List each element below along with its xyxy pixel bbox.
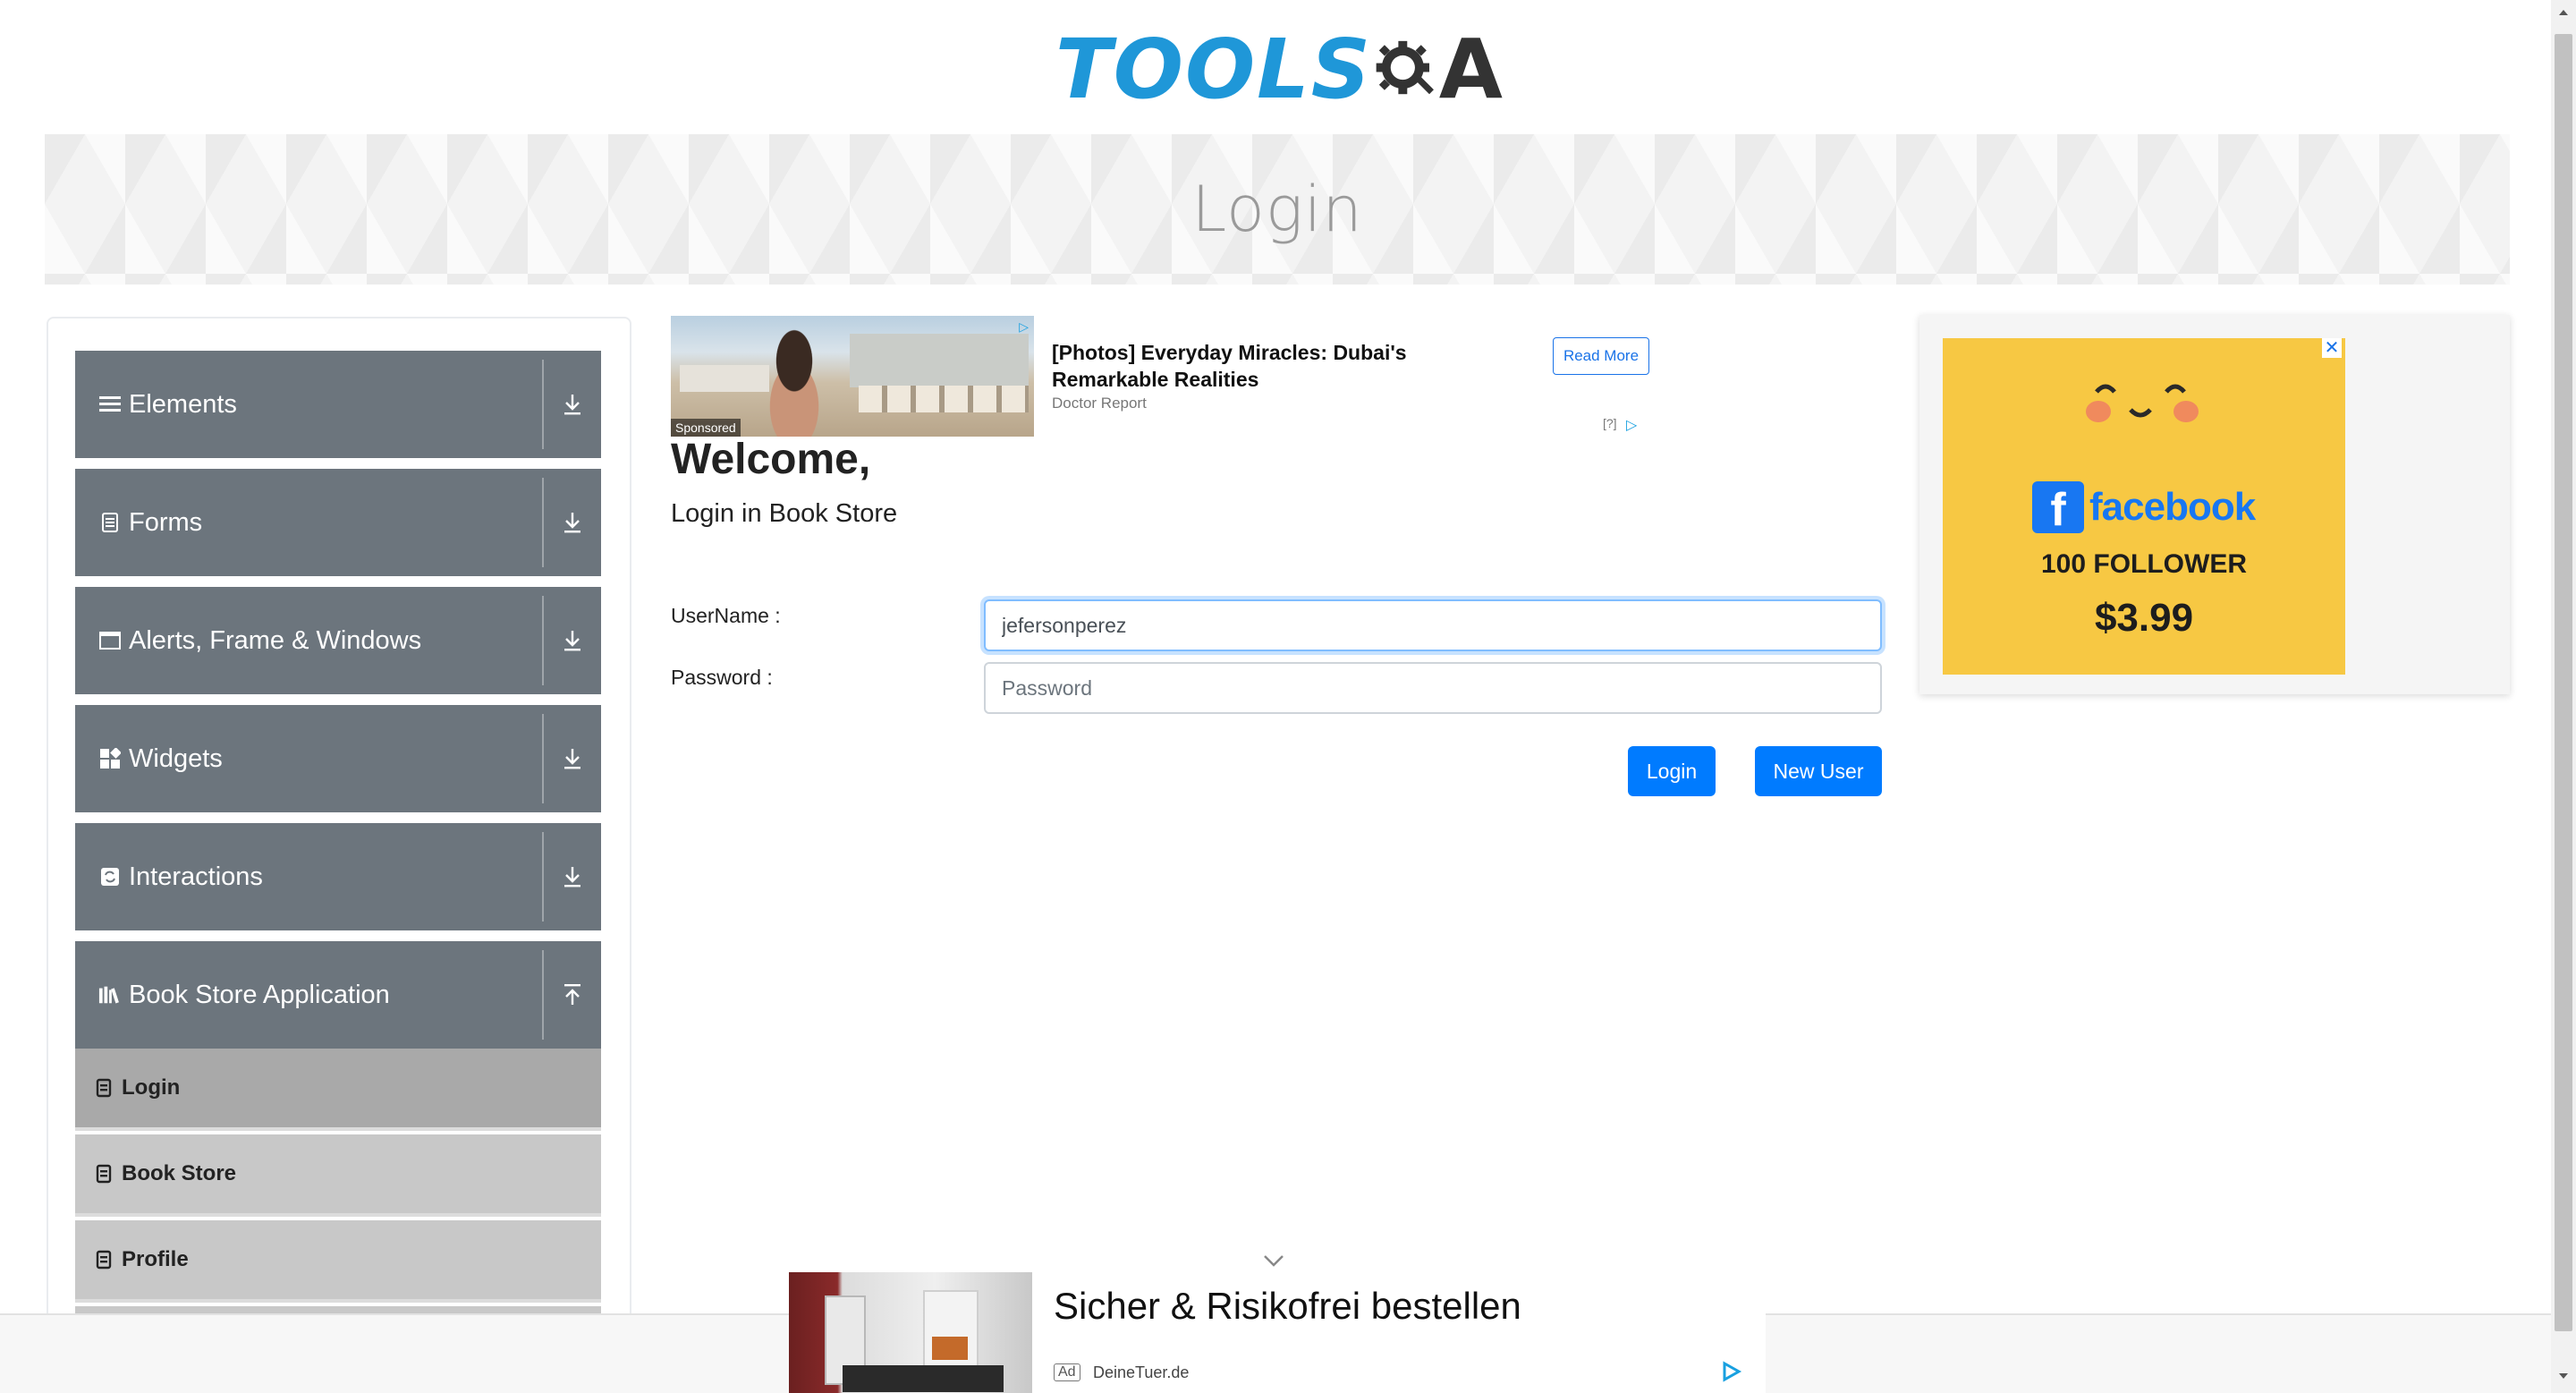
sidebar-group-elements[interactable]: Elements <box>75 351 601 458</box>
username-input[interactable] <box>984 599 1882 651</box>
sponsored-ad[interactable]: Sponsored ▷ [Photos] Everyday Miracles: … <box>671 316 1651 441</box>
divider <box>542 832 544 922</box>
bottom-ad[interactable]: Sicher & Risikofrei bestellen Ad DeineTu… <box>789 1270 1766 1393</box>
ad-card[interactable]: f facebook 100 FOLLOWER $3.99 <box>1943 338 2345 675</box>
sidebar-group-interactions[interactable]: Interactions <box>75 823 601 930</box>
sidebar-group-forms[interactable]: Forms <box>75 469 601 576</box>
ad-image-sofa <box>843 1365 1004 1392</box>
toolsqa-logo[interactable]: TOOLS A <box>1055 16 1503 123</box>
sidebar-group-label: Elements <box>129 389 237 419</box>
facebook-logo: f facebook <box>2032 481 2256 533</box>
ad-headline[interactable]: [Photos] Everyday Miracles: Dubai's Rema… <box>1052 339 1463 393</box>
item-icon <box>96 1078 112 1098</box>
expand-down-icon[interactable] <box>558 506 587 539</box>
sponsored-label: Sponsored <box>671 419 741 437</box>
new-user-button[interactable]: New User <box>1755 746 1882 796</box>
ad-badge: Ad <box>1054 1363 1080 1381</box>
sidebar-group-label: Widgets <box>129 743 223 773</box>
divider <box>542 596 544 685</box>
logo-a: A <box>1438 21 1503 117</box>
collapse-up-icon[interactable] <box>558 979 587 1011</box>
facebook-followers-ad[interactable]: f facebook 100 FOLLOWER $3.99 <box>1919 315 2510 694</box>
scroll-up-arrow-icon[interactable] <box>2556 5 2571 20</box>
read-more-button[interactable]: Read More <box>1553 337 1649 375</box>
sidebar-group-label: Book Store Application <box>129 980 390 1009</box>
ad-image-person <box>750 328 839 437</box>
ad-image-fireplace <box>932 1337 968 1360</box>
welcome-heading: Welcome, <box>671 436 871 483</box>
price-text: $3.99 <box>2094 596 2194 640</box>
expand-down-icon[interactable] <box>558 861 587 893</box>
password-input[interactable] <box>984 662 1882 714</box>
expand-down-icon[interactable] <box>558 743 587 775</box>
sidebar-group-bookstore[interactable]: Book Store Application <box>75 941 601 1049</box>
sidebar-item-label: Login <box>122 1075 181 1100</box>
username-label: UserName : <box>671 604 781 627</box>
interactions-icon <box>98 865 122 888</box>
expand-down-icon[interactable] <box>558 388 587 420</box>
close-ad-icon[interactable]: ✕ <box>2322 338 2342 358</box>
books-icon <box>98 983 122 1007</box>
sidebar-group-alerts[interactable]: Alerts, Frame & Windows <box>75 587 601 694</box>
sidebar-group-widgets[interactable]: Widgets <box>75 705 601 812</box>
sidebar: Elements Forms Alerts, Frame & Windows W… <box>47 317 631 1393</box>
page-title: Login <box>1191 173 1363 246</box>
divider <box>542 360 544 449</box>
divider <box>542 950 544 1040</box>
item-icon <box>96 1164 112 1184</box>
ad-source: Doctor Report <box>1052 395 1147 412</box>
expand-down-icon[interactable] <box>558 624 587 657</box>
widgets-icon <box>98 747 122 770</box>
password-label: Password : <box>671 666 773 689</box>
sidebar-item-profile[interactable]: Profile <box>75 1220 601 1303</box>
facebook-wordmark: facebook <box>2089 485 2256 529</box>
adchoices-icon[interactable]: ▷ <box>1626 416 1637 434</box>
ad-image-building <box>850 334 1029 387</box>
sidebar-group-label: Forms <box>129 507 203 537</box>
sidebar-item-book-store[interactable]: Book Store <box>75 1134 601 1217</box>
followers-text: 100 FOLLOWER <box>2040 549 2248 579</box>
divider <box>542 478 544 567</box>
ad-arrow-icon[interactable] <box>1719 1360 1742 1383</box>
ad-headline[interactable]: Sicher & Risikofrei bestellen <box>1054 1285 1521 1328</box>
sidebar-group-label: Alerts, Frame & Windows <box>129 625 422 655</box>
divider <box>542 714 544 803</box>
scroll-down-arrow-icon[interactable] <box>2556 1369 2571 1383</box>
login-subtitle: Login in Book Store <box>671 499 898 528</box>
sidebar-item-label: Profile <box>122 1247 189 1271</box>
hamburger-icon <box>98 393 122 416</box>
adchoices-icon[interactable]: ▷ <box>1019 319 1029 335</box>
form-icon <box>98 511 122 534</box>
facebook-icon: f <box>2032 481 2084 533</box>
item-icon <box>96 1250 112 1270</box>
ad-image[interactable] <box>789 1272 1032 1393</box>
chevron-down-icon[interactable] <box>1261 1251 1286 1270</box>
ad-source: DeineTuer.de <box>1093 1363 1190 1381</box>
sidebar-item-login[interactable]: Login <box>75 1049 601 1131</box>
scrollbar-thumb[interactable] <box>2555 34 2572 1331</box>
sidebar-group-label: Interactions <box>129 862 263 891</box>
login-button[interactable]: Login <box>1628 746 1716 796</box>
ad-image[interactable]: Sponsored ▷ <box>671 316 1034 437</box>
window-icon <box>98 629 122 652</box>
ad-info-link[interactable]: [?] <box>1603 416 1617 430</box>
smiley-face-icon <box>2086 384 2199 422</box>
logo-text: TOOLS <box>1055 21 1373 117</box>
page-banner: Login <box>45 134 2510 285</box>
sidebar-item-label: Book Store <box>122 1161 237 1185</box>
ad-image-loungers <box>859 386 1029 412</box>
